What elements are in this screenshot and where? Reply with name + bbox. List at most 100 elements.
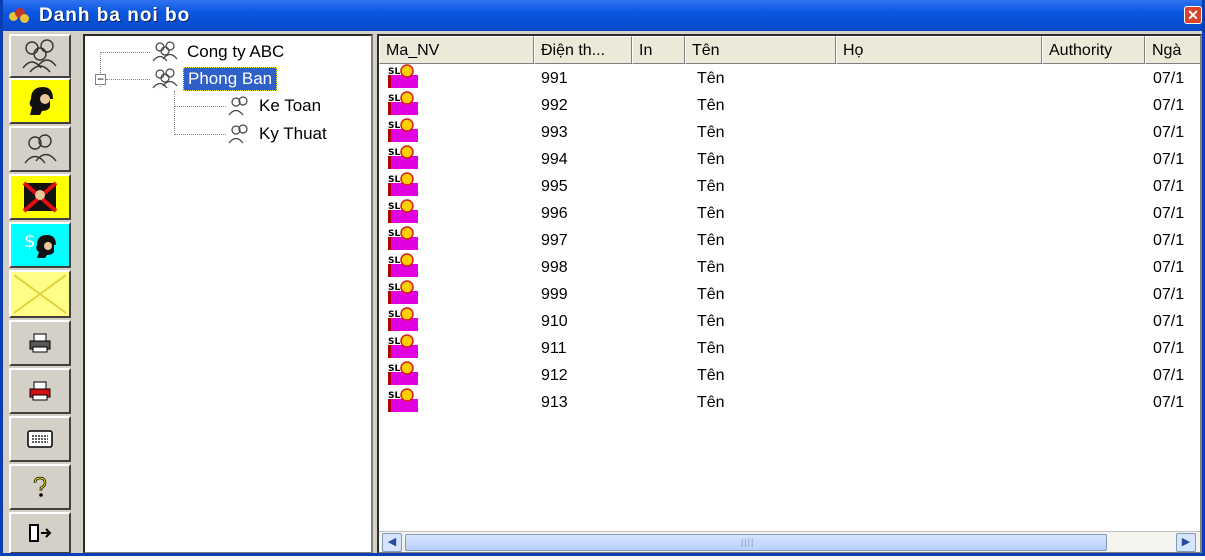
column-header-ngay[interactable]: Ngà bbox=[1145, 36, 1200, 64]
keyboard-button[interactable] bbox=[9, 416, 71, 462]
column-header-ten[interactable]: Tên bbox=[685, 36, 836, 64]
exit-door-icon bbox=[29, 524, 52, 542]
help-icon bbox=[33, 476, 47, 497]
cell-phone: 998 bbox=[541, 259, 568, 276]
table-row[interactable]: SL 999 Tên 07/1 bbox=[379, 280, 1200, 307]
record-icon: SL bbox=[387, 361, 421, 385]
cell-ten: Tên bbox=[697, 286, 725, 303]
svg-text:SL: SL bbox=[388, 94, 400, 104]
users-icon bbox=[24, 134, 57, 164]
cell-ten: Tên bbox=[697, 124, 725, 141]
group-users-icon bbox=[22, 39, 57, 73]
table-row[interactable]: SL 992 Tên 07/1 bbox=[379, 91, 1200, 118]
table-row[interactable]: SL 910 Tên 07/1 bbox=[379, 307, 1200, 334]
tree-expander[interactable]: − bbox=[95, 73, 106, 85]
tree-node-label: Phong Ban bbox=[183, 67, 278, 91]
group-button[interactable] bbox=[9, 34, 71, 78]
scroll-left-arrow[interactable]: ◀ bbox=[382, 533, 402, 552]
svg-text:SL: SL bbox=[388, 229, 400, 239]
add-user-button[interactable] bbox=[9, 78, 71, 124]
table-row[interactable]: SL 991 Tên 07/1 bbox=[379, 64, 1200, 91]
svg-text:SL: SL bbox=[388, 391, 400, 401]
record-icon: SL bbox=[387, 388, 421, 412]
cell-phone: 996 bbox=[541, 205, 568, 222]
svg-text:SL: SL bbox=[388, 283, 400, 293]
users-button[interactable] bbox=[9, 126, 71, 172]
svg-text:SL: SL bbox=[388, 256, 400, 266]
cell-ngay: 07/1 bbox=[1153, 70, 1185, 87]
scroll-right-arrow[interactable]: ▶ bbox=[1176, 533, 1196, 552]
table-row[interactable]: SL 911 Tên 07/1 bbox=[379, 334, 1200, 361]
column-header-in[interactable]: In bbox=[632, 36, 685, 64]
tree-node-label: Ke Toan bbox=[259, 96, 322, 115]
record-icon: SL bbox=[387, 199, 421, 223]
cell-phone: 912 bbox=[541, 367, 568, 384]
main-window: Danh ba noi bo ✕ $ − Cong ty ABC Phong B… bbox=[0, 0, 1205, 556]
close-button[interactable]: ✕ bbox=[1184, 6, 1202, 24]
column-header-ma-nv[interactable]: Ma_NV bbox=[379, 36, 534, 64]
column-header-authority[interactable]: Authority bbox=[1042, 36, 1145, 64]
cell-ten: Tên bbox=[697, 97, 725, 114]
tree-node-root[interactable]: Cong ty ABC bbox=[151, 40, 288, 64]
record-icon: SL bbox=[387, 145, 421, 169]
cell-ngay: 07/1 bbox=[1153, 124, 1185, 141]
department-tree: − Cong ty ABC Phong Ban Ke Toan Ky Thuat bbox=[83, 34, 373, 553]
table-row[interactable]: SL 997 Tên 07/1 bbox=[379, 226, 1200, 253]
column-header-ho[interactable]: Họ bbox=[836, 36, 1042, 64]
cell-ten: Tên bbox=[697, 340, 725, 357]
svg-text:SL: SL bbox=[388, 310, 400, 320]
svg-text:SL: SL bbox=[388, 67, 400, 77]
delete-user-button[interactable] bbox=[9, 174, 71, 220]
users-icon bbox=[228, 96, 248, 116]
app-icon bbox=[9, 6, 31, 26]
group-users-icon bbox=[152, 41, 178, 62]
cancel-button[interactable] bbox=[9, 270, 71, 318]
cell-phone: 994 bbox=[541, 151, 568, 168]
column-header-phone[interactable]: Điện th... bbox=[534, 36, 632, 64]
cell-ngay: 07/1 bbox=[1153, 394, 1185, 411]
cell-ngay: 07/1 bbox=[1153, 97, 1185, 114]
left-toolbar: $ bbox=[3, 31, 81, 553]
grid-header: Ma_NV Điện th... In Tên Họ Authority Ngà bbox=[379, 36, 1200, 64]
cell-phone: 991 bbox=[541, 70, 568, 87]
cell-ngay: 07/1 bbox=[1153, 313, 1185, 330]
cell-ngay: 07/1 bbox=[1153, 178, 1185, 195]
tree-node-phong-ban[interactable]: Phong Ban bbox=[151, 67, 278, 91]
cell-ngay: 07/1 bbox=[1153, 151, 1185, 168]
record-icon: SL bbox=[387, 226, 421, 250]
table-row[interactable]: SL 995 Tên 07/1 bbox=[379, 172, 1200, 199]
cell-ngay: 07/1 bbox=[1153, 367, 1185, 384]
cell-phone: 993 bbox=[541, 124, 568, 141]
svg-text:SL: SL bbox=[388, 148, 400, 158]
record-icon: SL bbox=[387, 172, 421, 196]
print-red-button[interactable] bbox=[9, 368, 71, 414]
title-bar[interactable]: Danh ba noi bo ✕ bbox=[3, 0, 1202, 31]
tree-node-ke-toan[interactable]: Ke Toan bbox=[227, 94, 325, 118]
cell-phone: 992 bbox=[541, 97, 568, 114]
help-button[interactable] bbox=[9, 464, 71, 510]
scroll-thumb[interactable]: |||| bbox=[405, 534, 1107, 551]
tree-node-ky-thuat[interactable]: Ky Thuat bbox=[227, 122, 331, 146]
table-row[interactable]: SL 994 Tên 07/1 bbox=[379, 145, 1200, 172]
printer-red-icon bbox=[29, 381, 51, 401]
print-button[interactable] bbox=[9, 320, 71, 366]
users-icon bbox=[228, 124, 248, 144]
record-icon: SL bbox=[387, 118, 421, 142]
cell-phone: 999 bbox=[541, 286, 568, 303]
money-user-button[interactable]: $ bbox=[9, 222, 71, 268]
table-row[interactable]: SL 996 Tên 07/1 bbox=[379, 199, 1200, 226]
exit-button[interactable] bbox=[9, 512, 71, 553]
cell-ten: Tên bbox=[697, 259, 725, 276]
table-row[interactable]: SL 998 Tên 07/1 bbox=[379, 253, 1200, 280]
svg-text:SL: SL bbox=[388, 175, 400, 185]
table-row[interactable]: SL 912 Tên 07/1 bbox=[379, 361, 1200, 388]
keyboard-icon bbox=[27, 430, 53, 448]
record-icon: SL bbox=[387, 64, 421, 88]
cell-ngay: 07/1 bbox=[1153, 259, 1185, 276]
svg-text:$: $ bbox=[24, 231, 35, 252]
table-row[interactable]: SL 913 Tên 07/1 bbox=[379, 388, 1200, 415]
record-icon: SL bbox=[387, 91, 421, 115]
table-row[interactable]: SL 993 Tên 07/1 bbox=[379, 118, 1200, 145]
cell-ten: Tên bbox=[697, 232, 725, 249]
horizontal-scrollbar[interactable]: ◀ |||| ▶ bbox=[379, 531, 1200, 552]
